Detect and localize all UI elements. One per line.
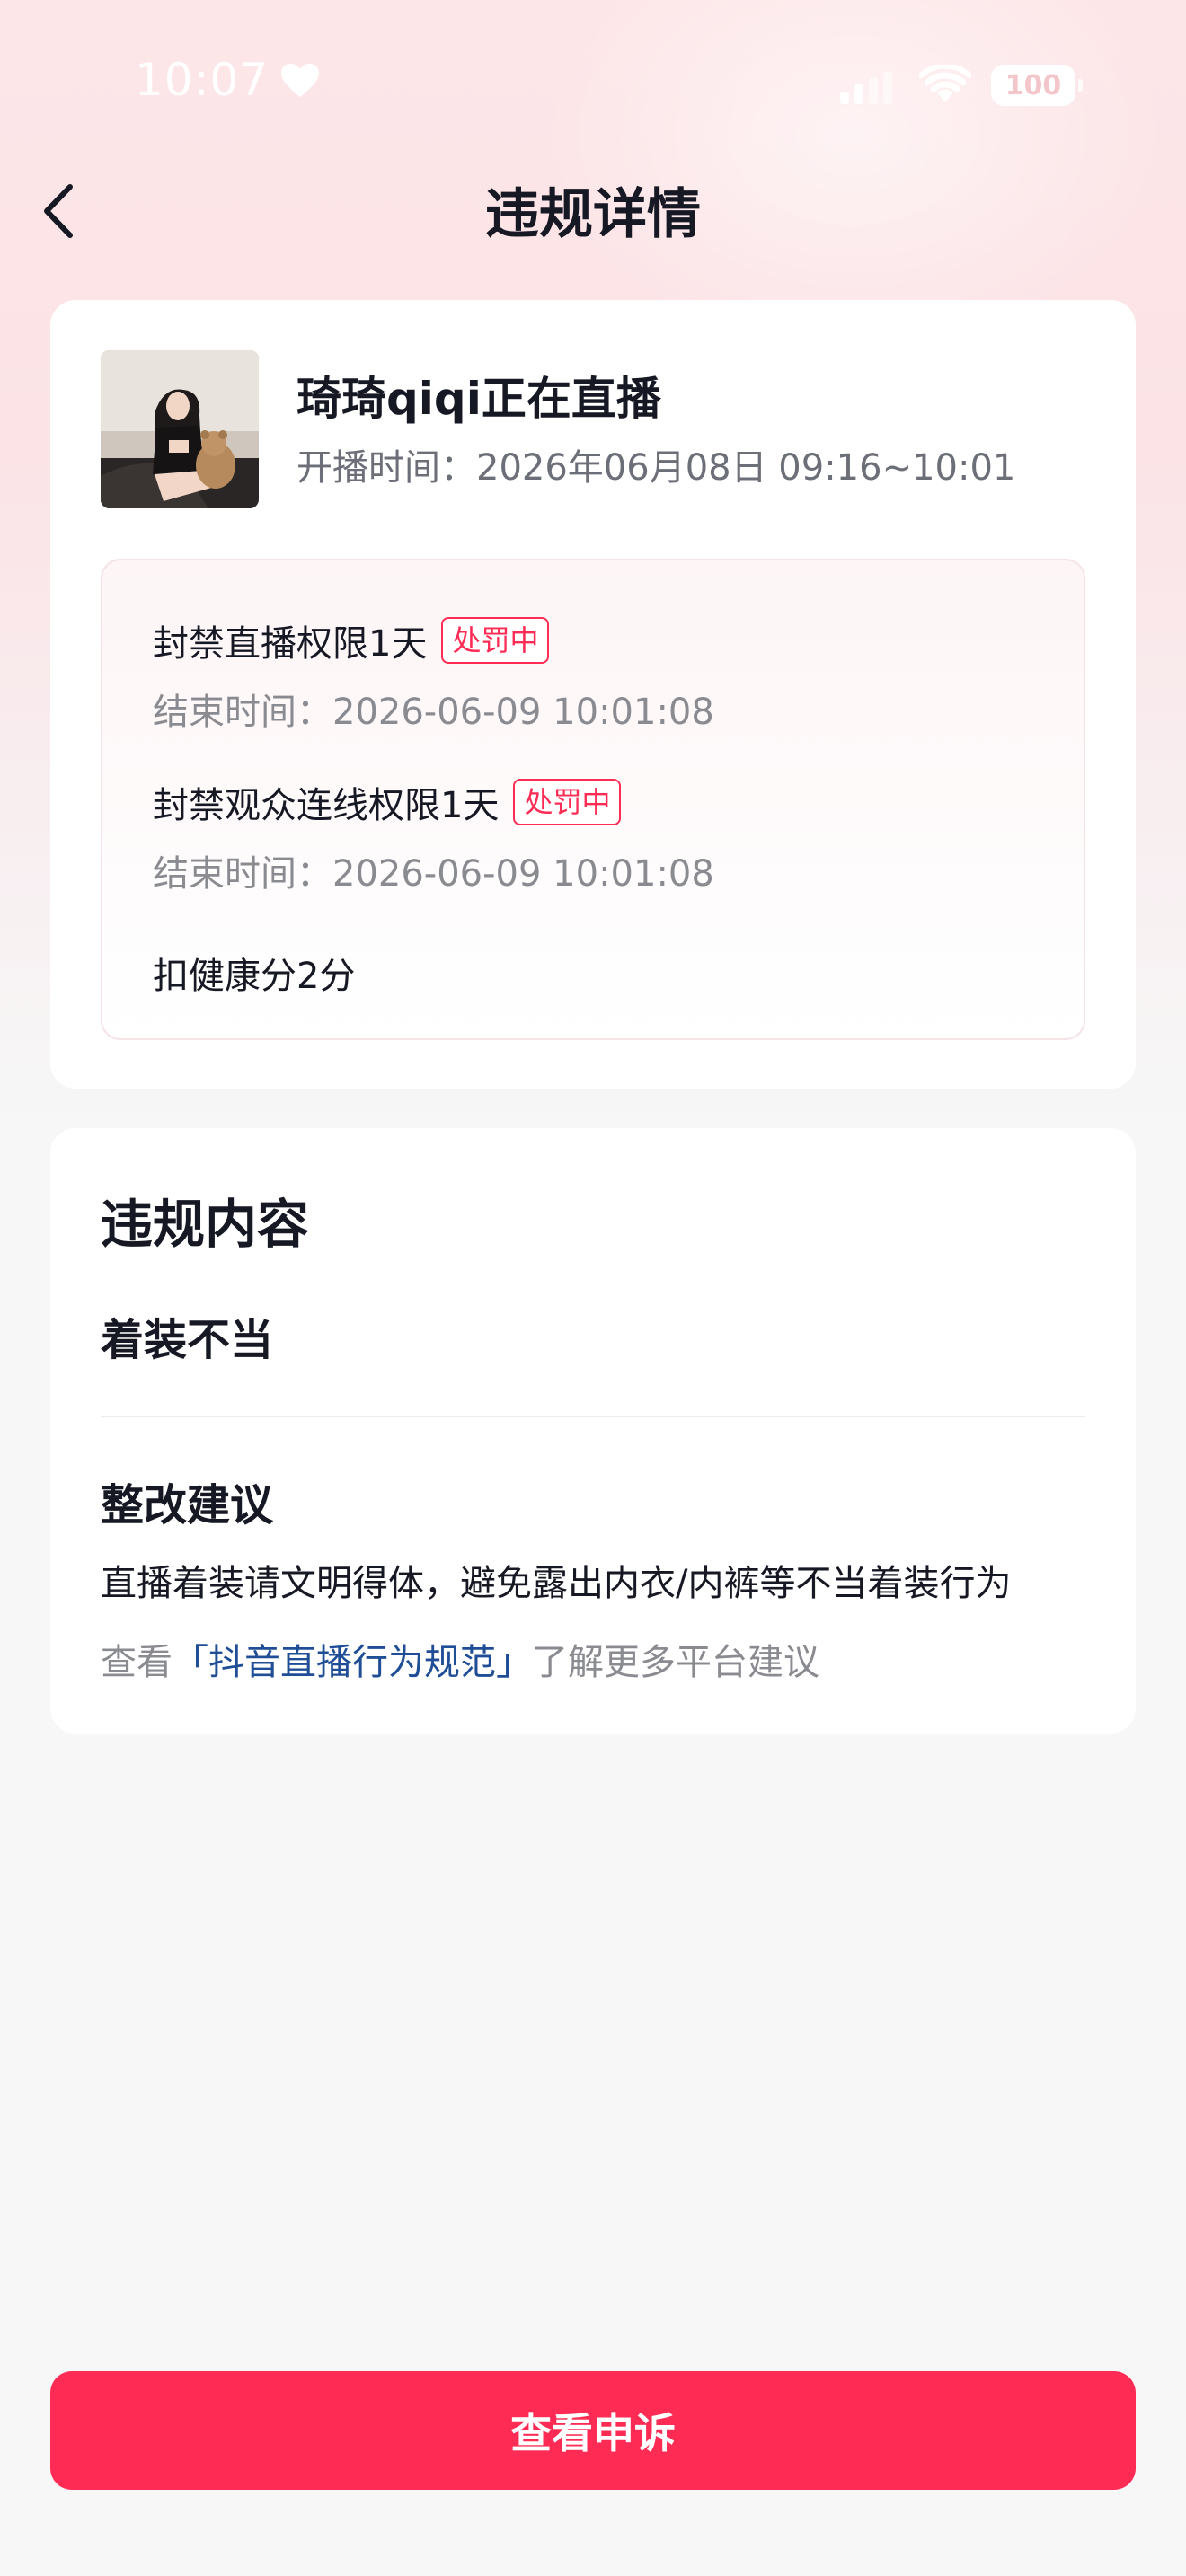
- link-prefix: 查看: [101, 1642, 173, 1683]
- heart-icon: [281, 63, 320, 98]
- status-time-text: 10:07: [135, 54, 270, 106]
- penalty-item: 封禁直播权限1天 处罚中 结束时间：2026-06-09 10:01:08: [153, 614, 714, 735]
- battery-level: 100: [1005, 69, 1062, 101]
- wifi-icon: [919, 65, 971, 102]
- penalty-name: 封禁直播权限1天: [153, 623, 428, 665]
- guideline-link[interactable]: 「抖音直播行为规范」: [173, 1642, 532, 1683]
- view-appeal-button[interactable]: 查看申诉: [50, 2371, 1136, 2490]
- avatar[interactable]: [101, 350, 259, 508]
- status-badge: 处罚中: [441, 617, 550, 664]
- link-suffix: 了解更多平台建议: [532, 1642, 819, 1683]
- status-time: 10:07: [135, 54, 321, 106]
- streamer-photo: [101, 350, 259, 508]
- health-score-deduction: 扣健康分2分: [153, 956, 356, 997]
- stream-info-card: 琦琦qiqi正在直播 开播时间：2026年06月08日 09:16~10:01 …: [50, 300, 1136, 1089]
- battery-icon: 100: [991, 65, 1083, 106]
- penalty-item: 封禁观众连线权限1天 处罚中 结束时间：2026-06-09 10:01:08: [153, 776, 714, 896]
- page-title: 违规详情: [485, 183, 701, 246]
- penalty-end-time: 结束时间：2026-06-09 10:01:08: [153, 692, 714, 733]
- page: 10:07 100 违规详情 琦琦qiqi正在直播 开播时间：2026年06月0…: [0, 0, 1186, 2576]
- stream-time: 开播时间：2026年06月08日 09:16~10:01: [296, 447, 1016, 489]
- status-badge: 处罚中: [513, 779, 622, 825]
- penalty-end-time: 结束时间：2026-06-09 10:01:08: [153, 853, 714, 895]
- signal-icon: [840, 72, 892, 104]
- advice-title: 整改建议: [101, 1480, 274, 1531]
- advice-text: 直播着装请文明得体，避免露出内衣/内裤等不当着装行为: [101, 1563, 1012, 1604]
- penalty-box: 封禁直播权限1天 处罚中 结束时间：2026-06-09 10:01:08 封禁…: [101, 559, 1085, 1040]
- violation-type: 着装不当: [101, 1315, 274, 1365]
- status-bar: 10:07 100: [0, 0, 1186, 171]
- penalty-name: 封禁观众连线权限1天: [153, 785, 500, 826]
- divider: [101, 1416, 1085, 1417]
- violation-card: 违规内容 着装不当 整改建议 直播着装请文明得体，避免露出内衣/内裤等不当着装行…: [50, 1128, 1136, 1734]
- section-title: 违规内容: [101, 1194, 310, 1255]
- advice-link-row: 查看「抖音直播行为规范」了解更多平台建议: [101, 1633, 819, 1685]
- stream-title: 琦琦qiqi正在直播: [296, 373, 661, 425]
